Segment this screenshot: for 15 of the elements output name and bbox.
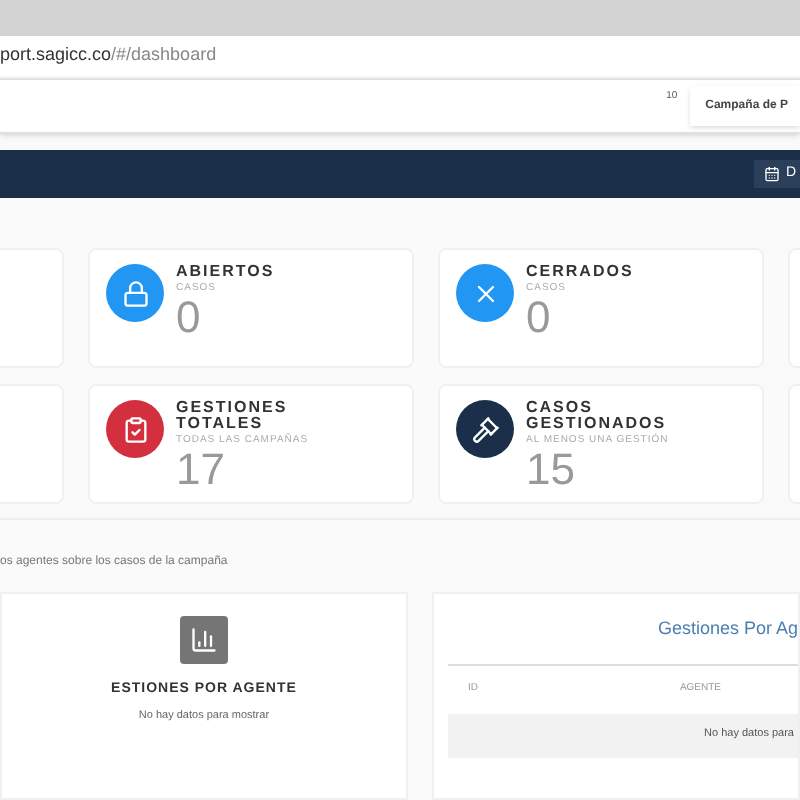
stat-value: 17: [176, 448, 227, 492]
panel-title: Gestiones Por Ag: [657, 616, 798, 642]
gavel-icon: [471, 415, 499, 443]
stat-title: ABIERTOS: [176, 264, 275, 280]
stat-value: 15: [526, 448, 577, 492]
address-bar[interactable]: port.sagicc.co/#/dashboard: [0, 36, 800, 76]
calendar-icon: [763, 166, 780, 182]
bar-chart-icon: [179, 616, 228, 664]
stat-value: 0: [526, 296, 553, 340]
stat-title: CERRADOS: [526, 264, 634, 280]
clipboard-icon: [121, 415, 149, 443]
stat-value: 0: [176, 296, 203, 340]
stat-title: GESTIONES TOTALES: [176, 400, 290, 432]
stat-title: CASOS GESTIONADOS: [526, 400, 669, 432]
lock-icon: [121, 279, 149, 307]
